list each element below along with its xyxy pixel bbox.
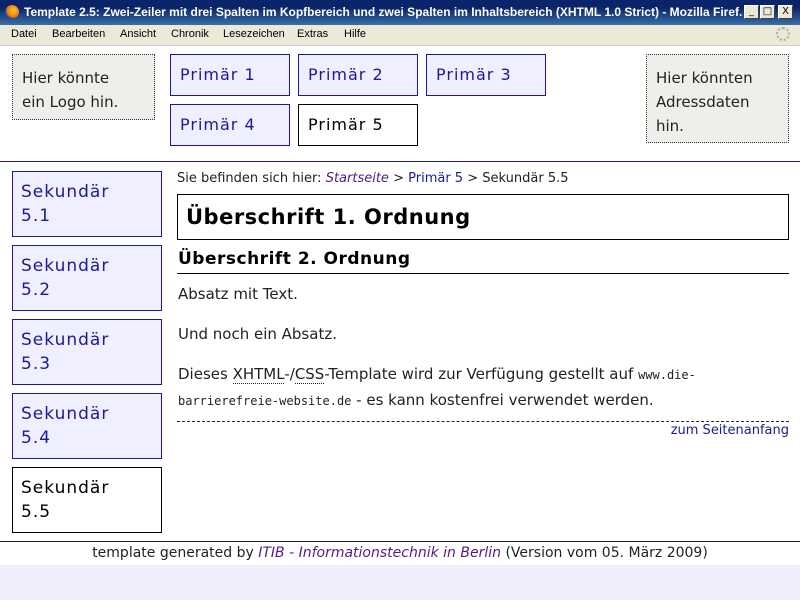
menu-bearbeiten[interactable]: Bearbeiten xyxy=(52,28,105,40)
maximize-button[interactable]: □ xyxy=(760,5,775,19)
paragraph-2: Und noch ein Absatz. xyxy=(178,325,337,343)
menu-lesezeichen[interactable]: Lesezeichen xyxy=(223,28,285,40)
primary-nav-3[interactable]: Primär 3 xyxy=(426,54,546,96)
heading-1: Überschrift 1. Ordnung xyxy=(177,194,789,240)
sidebar-item-5-2[interactable]: Sekundär 5.2 xyxy=(12,245,162,311)
address-text-line1: Hier könnten xyxy=(656,69,753,87)
sidebar-item-number: 5.3 xyxy=(21,354,52,374)
logo-text-line1: Hier könnte xyxy=(22,69,110,87)
close-button[interactable]: X xyxy=(778,5,793,19)
paragraph-1: Absatz mit Text. xyxy=(178,285,298,303)
menu-hilfe[interactable]: Hilfe xyxy=(344,28,366,40)
sidebar-item-label: Sekundär xyxy=(21,182,110,202)
sidebar-item-number: 5.2 xyxy=(21,280,52,300)
website-url: barrierefreie-website.de xyxy=(178,394,352,408)
heading-2: Überschrift 2. Ordnung xyxy=(177,249,789,274)
sidebar-item-label: Sekundär xyxy=(21,404,110,424)
menu-ansicht[interactable]: Ansicht xyxy=(120,28,156,40)
sidebar-item-5-5-active[interactable]: Sekundär 5.5 xyxy=(12,467,162,533)
primary-nav-4[interactable]: Primär 4 xyxy=(170,104,290,146)
sidebar-item-label: Sekundär xyxy=(21,256,110,276)
breadcrumb-current: Sekundär 5.5 xyxy=(482,171,569,186)
primary-nav-5-active[interactable]: Primär 5 xyxy=(298,104,418,146)
breadcrumb-separator: > xyxy=(467,171,479,186)
paragraph-3-text: Dieses xyxy=(178,365,233,383)
firefox-icon xyxy=(5,5,19,19)
menu-extras[interactable]: Extras xyxy=(297,28,328,40)
back-to-top-link[interactable]: zum Seitenanfang xyxy=(671,423,789,438)
breadcrumb-separator: > xyxy=(393,171,404,186)
address-text-line2: Adressdaten xyxy=(656,93,750,111)
sidebar-item-label: Sekundär xyxy=(21,478,110,498)
sidebar-item-5-1[interactable]: Sekundär 5.1 xyxy=(12,171,162,237)
header-divider xyxy=(0,161,800,162)
breadcrumb: Sie befinden sich hier: Startseite > Pri… xyxy=(177,171,569,186)
sidebar-item-label: Sekundär xyxy=(21,330,110,350)
abbr-xhtml: XHTML xyxy=(232,365,285,384)
abbr-css: CSS xyxy=(294,365,325,384)
menu-chronik[interactable]: Chronik xyxy=(171,28,209,40)
footer-version: (Version vom 05. März 2009) xyxy=(501,545,708,561)
bottom-band xyxy=(0,565,800,600)
address-placeholder: Hier könnten Adressdaten hin. xyxy=(646,54,789,143)
menu-datei[interactable]: Datei xyxy=(11,28,37,40)
loading-throbber-icon xyxy=(776,27,790,41)
footer-itib-link[interactable]: ITIB - Informationstechnik in Berlin xyxy=(258,545,501,561)
breadcrumb-home-link[interactable]: Startseite xyxy=(326,171,389,186)
footer-divider xyxy=(0,541,800,542)
footer: template generated by ITIB - Information… xyxy=(0,545,800,561)
paragraph-3-line2: barrierefreie-website.de - es kann koste… xyxy=(178,391,654,409)
page-content: Hier könnte ein Logo hin. Primär 1 Primä… xyxy=(0,46,800,600)
window-title: Template 2.5: Zwei-Zeiler mit drei Spalt… xyxy=(24,5,742,19)
sidebar-item-5-4[interactable]: Sekundär 5.4 xyxy=(12,393,162,459)
menu-bar: Datei Bearbeiten Ansicht Chronik Lesezei… xyxy=(0,25,800,46)
paragraph-3-text: -Template wird zur Verfügung gestellt au… xyxy=(324,365,639,383)
paragraph-3-text: - es kann kostenfrei verwendet werden. xyxy=(351,391,654,409)
paragraph-3-text: -/ xyxy=(284,365,295,383)
logo-placeholder: Hier könnte ein Logo hin. xyxy=(12,54,155,120)
breadcrumb-prefix: Sie befinden sich hier: xyxy=(177,171,322,186)
minimize-button[interactable]: _ xyxy=(744,5,759,19)
window-titlebar[interactable]: Template 2.5: Zwei-Zeiler mit drei Spalt… xyxy=(0,0,800,25)
primary-nav-2[interactable]: Primär 2 xyxy=(298,54,418,96)
primary-nav-1[interactable]: Primär 1 xyxy=(170,54,290,96)
website-url: www.die- xyxy=(638,368,696,382)
address-text-line3: hin. xyxy=(656,117,684,135)
footer-text: template generated by xyxy=(92,545,259,561)
sidebar-item-number: 5.4 xyxy=(21,428,52,448)
sidebar-item-5-3[interactable]: Sekundär 5.3 xyxy=(12,319,162,385)
sidebar-item-number: 5.1 xyxy=(21,206,52,226)
sidebar-item-number: 5.5 xyxy=(21,502,52,522)
content-divider xyxy=(177,421,789,422)
paragraph-3: Dieses XHTML-/CSS-Template wird zur Verf… xyxy=(178,365,696,384)
breadcrumb-primary-link[interactable]: Primär 5 xyxy=(408,171,463,186)
logo-text-line2: ein Logo hin. xyxy=(22,93,119,111)
